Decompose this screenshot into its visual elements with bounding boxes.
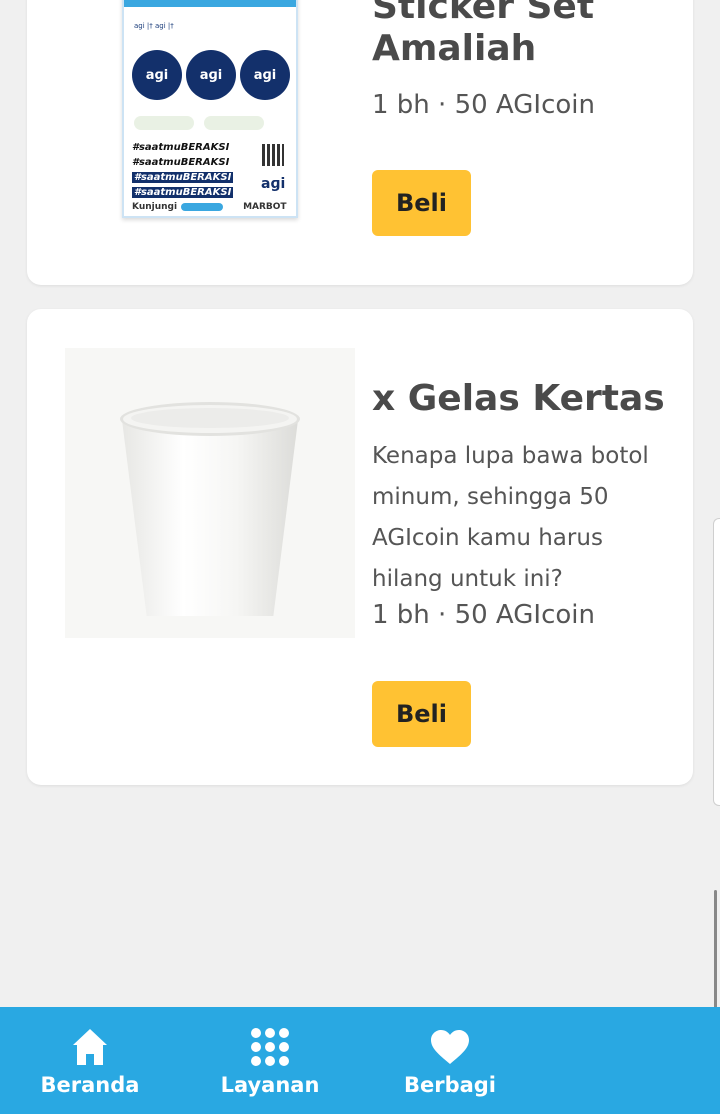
sticker-circle: aɡi (132, 50, 182, 100)
sticker-badges (134, 115, 289, 137)
nav-label: Layanan (220, 1073, 320, 1097)
cup-opening (131, 408, 289, 428)
agi-logo: aɡi (261, 176, 286, 192)
sticker-hashtag: #saatmuBERAKSI (132, 157, 230, 168)
sticker-sheet-image: aɡi |† aɡi |† aɡi aɡi aɡi #saatmuBERAKSI… (122, 0, 298, 218)
sheet-logo-row: aɡi |† aɡi |† (134, 22, 174, 30)
sticker-circle: aɡi (186, 50, 236, 100)
sticker-hashtag: #saatmuBERAKSI (132, 172, 234, 183)
sheet-footer-right: MARBOT (243, 202, 287, 212)
sheet-header-strip (124, 0, 296, 7)
product-card: aɡi |† aɡi |† aɡi aɡi aɡi #saatmuBERAKSI… (27, 0, 693, 285)
grid-icon (250, 1027, 290, 1067)
buy-button[interactable]: Beli (372, 170, 471, 236)
product-card: x Gelas Kertas Kenapa lupa bawa botol mi… (27, 309, 693, 785)
nav-label: Beranda (40, 1073, 140, 1097)
heart-icon (430, 1027, 470, 1067)
product-image (65, 348, 355, 638)
qr-code-icon (262, 144, 284, 166)
product-price: 1 bh · 50 AGIcoin (372, 600, 595, 630)
nav-item-berbagi[interactable]: Berbagi (360, 1007, 540, 1114)
product-description: Kenapa lupa bawa botol minum, sehingga 5… (372, 443, 649, 592)
product-title: x Gelas Kertas (372, 378, 665, 419)
nav-item-layanan[interactable]: Layanan (180, 1007, 360, 1114)
nav-label: Berbagi (403, 1073, 497, 1097)
buy-button[interactable]: Beli (372, 681, 471, 747)
home-icon (71, 1027, 109, 1067)
scrollbar-thumb[interactable] (714, 890, 717, 1010)
bottom-navigation: Beranda Layanan Berbagi (0, 1007, 720, 1114)
product-price: 1 bh · 50 AGIcoin (372, 90, 595, 120)
sticker-circle: aɡi (240, 50, 290, 100)
sticker-hashtag: #saatmuBERAKSI (132, 142, 230, 153)
product-title: Sticker Set Amaliah (372, 0, 595, 69)
sheet-footer: Kunjungi MARBOT (132, 202, 287, 212)
side-scroll-handle[interactable] (713, 518, 720, 806)
nav-item-beranda[interactable]: Beranda (0, 1007, 180, 1114)
product-image: aɡi |† aɡi |† aɡi aɡi aɡi #saatmuBERAKSI… (65, 0, 355, 240)
paper-cup-image (122, 420, 298, 616)
sticker-hashtag: #saatmuBERAKSI (132, 187, 234, 198)
sheet-footer-left: Kunjungi (132, 202, 178, 212)
